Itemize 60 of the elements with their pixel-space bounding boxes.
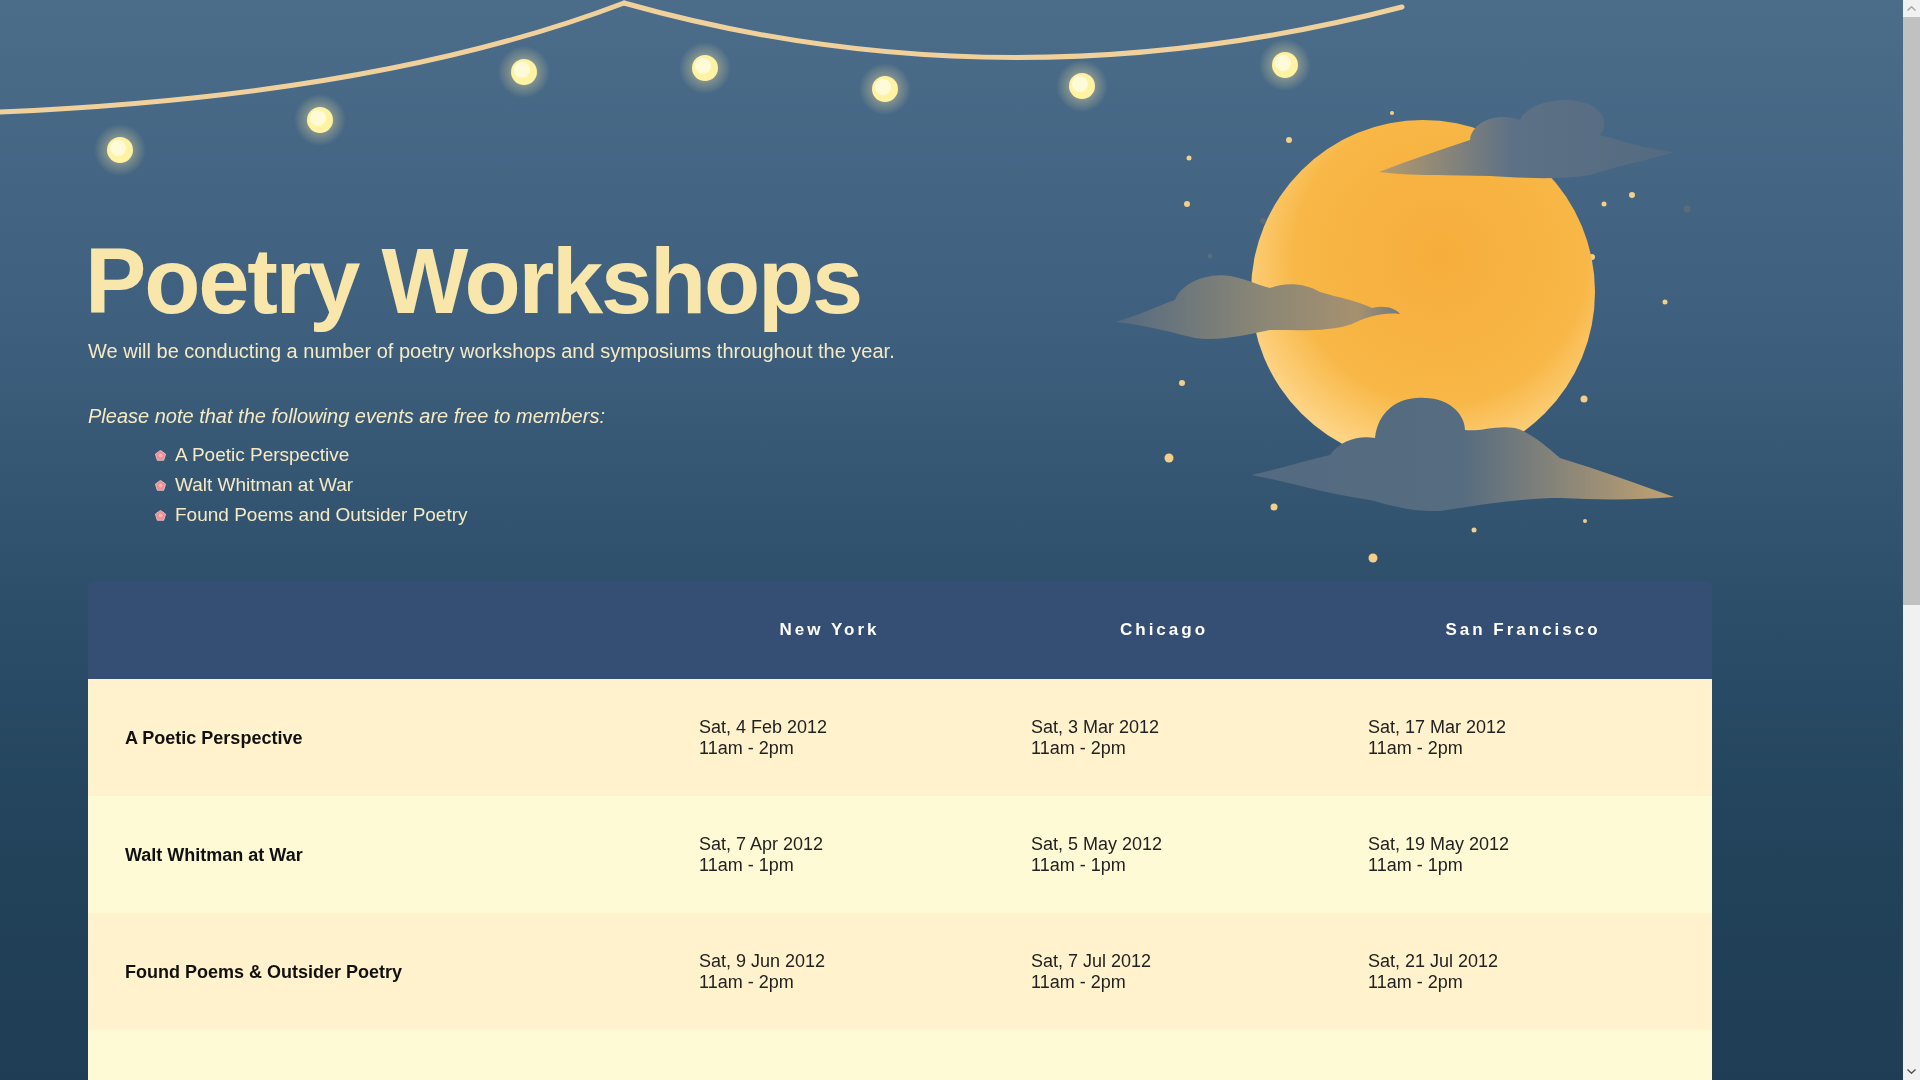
session-time: 11am - 2pm xyxy=(699,971,794,993)
session-date: Sat, 17 Mar 2012 xyxy=(1368,716,1507,738)
star-dot xyxy=(1683,205,1691,213)
star-dot xyxy=(1184,201,1190,207)
page-title: Poetry Workshops xyxy=(85,229,861,334)
star-dot xyxy=(1270,503,1278,511)
light-bulb xyxy=(294,94,346,146)
star-dot xyxy=(1662,299,1668,305)
light-bulb xyxy=(679,42,731,94)
star-dot xyxy=(1207,253,1213,259)
star-dot xyxy=(1629,192,1635,198)
column-header: New York xyxy=(778,620,880,640)
star-dot xyxy=(1186,155,1192,161)
star-dot xyxy=(1179,380,1185,386)
session-date: Sat, 4 Feb 2012 xyxy=(699,716,828,738)
session-time: 11am - 2pm xyxy=(1368,737,1463,759)
event-name: A Poetic Perspective xyxy=(125,726,303,749)
bullet-icon xyxy=(155,509,166,521)
star-dot xyxy=(1260,218,1266,224)
star-dot xyxy=(1601,201,1607,207)
event-name: Walt Whitman at War xyxy=(125,843,303,866)
session-time: 11am - 1pm xyxy=(1031,854,1126,876)
session-time: 11am - 2pm xyxy=(1031,737,1126,759)
free-event-item: Walt Whitman at War xyxy=(175,473,354,497)
caret-up-icon xyxy=(1907,6,1916,11)
star-dot xyxy=(1580,395,1588,403)
star-dot xyxy=(1583,519,1587,523)
column-header: San Francisco xyxy=(1444,620,1601,640)
scrollbar-thumb[interactable] xyxy=(1903,17,1920,605)
session-date: Sat, 19 May 2012 xyxy=(1368,833,1510,855)
session-time: 11am - 2pm xyxy=(1031,971,1126,993)
session-date: Sat, 3 Mar 2012 xyxy=(1031,716,1160,738)
star-dot xyxy=(1164,453,1174,463)
members-note: Please note that the following events are free to members: xyxy=(88,404,605,428)
bullet-icon xyxy=(155,449,166,461)
column-header: Chicago xyxy=(1118,620,1209,640)
session-time: 11am - 1pm xyxy=(1368,854,1463,876)
intro-text: We will be conducting a number of poetry workshops and symposiums throughout the year. xyxy=(88,339,895,363)
session-time: 11am - 2pm xyxy=(699,737,794,759)
bullet-icon xyxy=(155,479,166,491)
session-date: Sat, 7 Jul 2012 xyxy=(1031,950,1152,972)
session-date: Sat, 7 Apr 2012 xyxy=(699,833,824,855)
light-bulb xyxy=(94,124,146,176)
event-name: Found Poems & Outsider Poetry xyxy=(125,960,403,983)
light-bulb xyxy=(498,46,550,98)
session-time: 11am - 1pm xyxy=(699,854,794,876)
free-event-item: Found Poems and Outsider Poetry xyxy=(175,503,468,527)
star-dot xyxy=(1471,527,1477,533)
star-dot xyxy=(1390,111,1394,115)
free-event-item: A Poetic Perspective xyxy=(175,443,350,467)
light-bulb xyxy=(1259,39,1311,91)
caret-down-icon xyxy=(1907,1069,1916,1074)
session-date: Sat, 21 Jul 2012 xyxy=(1368,950,1499,972)
star-dot xyxy=(1286,137,1292,143)
session-date: Sat, 5 May 2012 xyxy=(1031,833,1163,855)
light-bulb xyxy=(859,63,911,115)
session-date: Sat, 9 Jun 2012 xyxy=(699,950,826,972)
star-dot xyxy=(1368,553,1378,563)
light-bulb xyxy=(1056,60,1108,112)
session-time: 11am - 2pm xyxy=(1368,971,1463,993)
